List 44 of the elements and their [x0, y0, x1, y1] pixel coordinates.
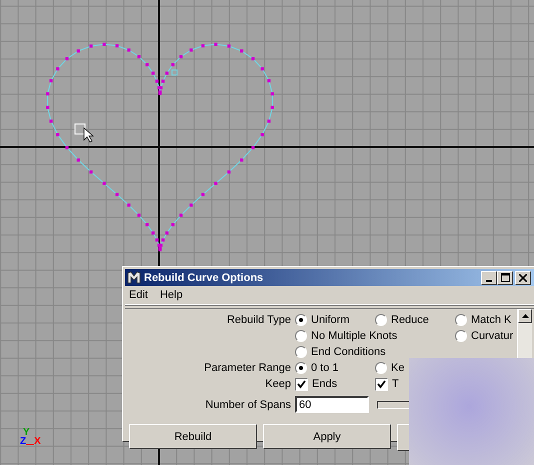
maximize-button[interactable] — [497, 270, 513, 284]
scroll-up-button[interactable] — [518, 309, 532, 323]
spans-input-field[interactable]: 60 — [295, 396, 369, 413]
option-label: Match K — [471, 314, 512, 326]
radio-button[interactable] — [295, 346, 307, 358]
radio-button[interactable] — [455, 330, 467, 342]
option-label: 0 to 1 — [311, 362, 339, 374]
close-button[interactable] — [515, 270, 531, 284]
field-label: Keep — [265, 378, 291, 390]
radio-button[interactable] — [295, 314, 307, 326]
radio-button[interactable] — [295, 362, 307, 374]
radio-button[interactable] — [375, 314, 387, 326]
maximize-icon — [500, 273, 510, 282]
up-arrow-icon — [522, 314, 528, 318]
radio-button[interactable] — [455, 314, 467, 326]
minimize-icon — [486, 280, 492, 282]
app-logo-icon — [127, 271, 141, 284]
option-label: Reduce — [391, 314, 429, 326]
dialog-button[interactable]: Rebuild — [129, 424, 257, 449]
close-icon — [519, 274, 527, 282]
checkbox[interactable] — [375, 378, 388, 390]
radio-button[interactable] — [295, 330, 307, 342]
dialog-button[interactable]: Apply — [263, 424, 391, 449]
option-label: End Conditions — [311, 346, 386, 358]
minimize-button[interactable] — [481, 270, 497, 284]
checkbox[interactable] — [295, 378, 308, 390]
option-label: No Multiple Knots — [311, 330, 398, 342]
axis-label: X — [34, 437, 41, 446]
option-label: T — [392, 378, 399, 390]
option-label: Ends — [312, 378, 338, 390]
axis-label: Y — [23, 428, 31, 437]
field-label: Parameter Range — [204, 362, 291, 374]
radio-button[interactable] — [375, 362, 387, 374]
option-label: Uniform — [311, 314, 350, 326]
field-label: Rebuild Type — [226, 314, 291, 326]
field-label: Number of Spans — [205, 398, 291, 410]
option-label: Curvatur — [471, 330, 514, 342]
window-title: Rebuild Curve Options — [144, 272, 264, 284]
option-label: Ke — [391, 362, 404, 374]
menu-item[interactable]: Help — [160, 289, 183, 301]
menu-item[interactable]: Edit — [129, 289, 148, 301]
x-axis-line — [26, 444, 34, 445]
axis-label: Z — [20, 437, 26, 446]
cursor-icon — [74, 124, 94, 142]
